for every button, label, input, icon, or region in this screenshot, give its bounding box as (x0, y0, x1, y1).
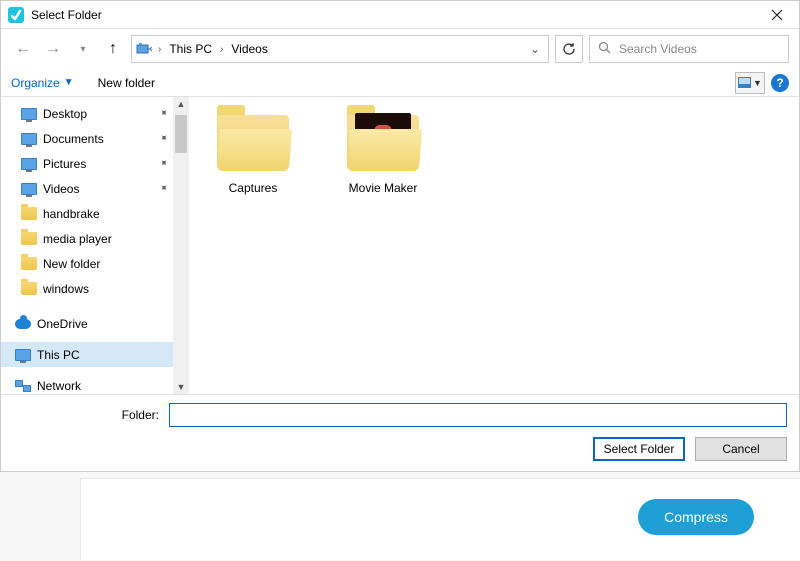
compress-button[interactable]: Compress (638, 499, 754, 535)
sidebar-item-label: Network (37, 379, 167, 393)
search-icon (598, 41, 611, 57)
search-input[interactable] (617, 41, 780, 57)
scroll-up-icon[interactable]: ▲ (177, 97, 186, 111)
sidebar-item-documents[interactable]: Documents✦ (1, 126, 173, 151)
sidebar-item-label: This PC (37, 348, 167, 362)
app-icon (7, 6, 25, 24)
cancel-button[interactable]: Cancel (695, 437, 787, 461)
folder-label: Folder: (13, 408, 163, 422)
folder-icon (21, 257, 37, 270)
chevron-right-icon: › (218, 44, 225, 55)
sidebar-item-onedrive[interactable]: OneDrive (1, 311, 173, 336)
sidebar-item-desktop[interactable]: Desktop✦ (1, 101, 173, 126)
folder-item-movie-maker[interactable]: Movie Maker (333, 115, 433, 195)
button-row: Select Folder Cancel (13, 437, 787, 461)
sidebar-item-label: handbrake (43, 207, 167, 221)
sidebar-item-new-folder[interactable]: New folder (1, 251, 173, 276)
sidebar-item-network[interactable]: Network (1, 373, 173, 394)
folder-field-row: Folder: (13, 403, 787, 427)
sidebar-item-label: OneDrive (37, 317, 167, 331)
sidebar-item-media-player[interactable]: media player (1, 226, 173, 251)
folder-item-captures[interactable]: Captures (203, 115, 303, 195)
nav-row: ← → ▾ ↑ › This PC › Videos ⌄ (1, 29, 799, 69)
organize-label: Organize (11, 76, 60, 90)
sidebar-item-this-pc[interactable]: This PC (1, 342, 173, 367)
folder-icon (21, 207, 37, 220)
monitor-icon (21, 158, 37, 170)
nav-recent-dropdown[interactable]: ▾ (71, 37, 95, 61)
sidebar-item-pictures[interactable]: Pictures✦ (1, 151, 173, 176)
view-mode-button[interactable]: ▼ (735, 72, 765, 94)
sidebar-item-label: New folder (43, 257, 167, 271)
monitor-icon (21, 183, 37, 195)
thumbnails-icon (738, 77, 751, 88)
close-button[interactable] (755, 1, 799, 29)
chevron-down-icon: ▼ (64, 77, 74, 88)
folder-input[interactable] (169, 403, 787, 427)
monitor-icon (21, 108, 37, 120)
sidebar-item-label: Desktop (43, 107, 167, 121)
folder-icon (347, 115, 419, 171)
network-icon (15, 380, 31, 392)
address-bar[interactable]: › This PC › Videos ⌄ (131, 35, 549, 63)
chevron-right-icon: › (156, 44, 163, 55)
nav-up-button[interactable]: ↑ (101, 37, 125, 61)
sidebar-item-videos[interactable]: Videos✦ (1, 176, 173, 201)
dialog-footer: Folder: Select Folder Cancel (1, 394, 799, 471)
sidebar-item-label: Videos (43, 182, 167, 196)
chevron-down-icon: ▼ (753, 78, 762, 88)
help-button[interactable]: ? (771, 74, 789, 92)
folder-icon (217, 115, 289, 171)
window-title: Select Folder (31, 8, 755, 22)
toolbar: Organize ▼ New folder ▼ ? (1, 69, 799, 97)
refresh-button[interactable] (555, 35, 583, 63)
select-folder-button[interactable]: Select Folder (593, 437, 685, 461)
monitor-icon (21, 133, 37, 145)
folder-label: Captures (203, 181, 303, 195)
sidebar-item-label: Pictures (43, 157, 167, 171)
organize-menu[interactable]: Organize ▼ (11, 76, 74, 90)
sidebar-item-label: media player (43, 232, 167, 246)
sidebar-tree: Desktop✦Documents✦Pictures✦Videos✦ handbr… (1, 97, 173, 394)
new-folder-button[interactable]: New folder (98, 76, 155, 90)
location-icon (136, 41, 152, 57)
breadcrumb-this-pc[interactable]: This PC (167, 42, 214, 56)
sidebar-item-label: Documents (43, 132, 167, 146)
address-history-dropdown[interactable]: ⌄ (526, 42, 544, 56)
cloud-icon (15, 319, 31, 329)
sidebar-scrollbar[interactable]: ▲ ▼ (173, 97, 189, 394)
sidebar-item-windows[interactable]: windows (1, 276, 173, 301)
search-box[interactable] (589, 35, 789, 63)
nav-forward-button[interactable]: → (41, 37, 65, 61)
titlebar: Select Folder (1, 1, 799, 29)
breadcrumb-videos[interactable]: Videos (229, 42, 269, 56)
sidebar-item-handbrake[interactable]: handbrake (1, 201, 173, 226)
scroll-down-icon[interactable]: ▼ (177, 380, 186, 394)
nav-back-button[interactable]: ← (11, 37, 35, 61)
folder-icon (21, 282, 37, 295)
sidebar-item-label: windows (43, 282, 167, 296)
scroll-thumb[interactable] (175, 115, 187, 153)
folder-icon (21, 232, 37, 245)
body-area: Desktop✦Documents✦Pictures✦Videos✦ handbr… (1, 97, 799, 394)
select-folder-dialog: Select Folder ← → ▾ ↑ › This PC › Videos… (0, 0, 800, 472)
folder-label: Movie Maker (333, 181, 433, 195)
folder-content-pane[interactable]: Captures Movie Maker (189, 97, 799, 394)
monitor-icon (15, 349, 31, 361)
